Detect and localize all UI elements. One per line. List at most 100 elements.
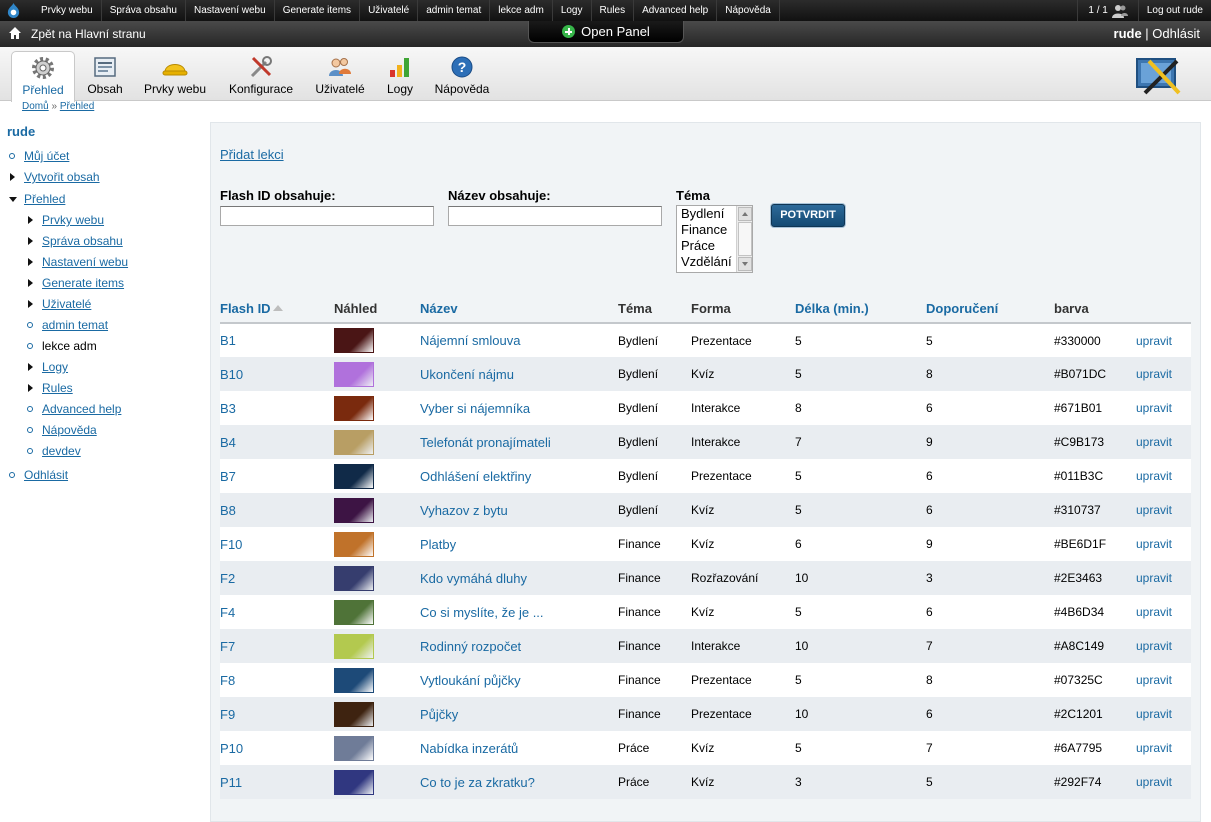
cell-flash-id[interactable]: F2 xyxy=(220,561,334,595)
lesson-thumbnail[interactable] xyxy=(334,361,374,387)
admin-menu-item[interactable]: Generate items xyxy=(275,0,361,21)
collapsed-arrow-icon[interactable] xyxy=(28,300,33,308)
tab-users[interactable]: Uživatelé xyxy=(310,51,370,101)
flash-id-filter-input[interactable] xyxy=(220,206,434,226)
sidebar-subitem-generate-items[interactable]: Generate items xyxy=(28,276,124,290)
scroll-up-icon[interactable] xyxy=(738,207,752,221)
edit-link[interactable]: upravit xyxy=(1136,391,1191,425)
lesson-thumbnail[interactable] xyxy=(334,463,374,489)
admin-menu-item[interactable]: Prvky webu xyxy=(33,0,102,21)
cell-flash-id[interactable]: F10 xyxy=(220,527,334,561)
scroll-thumb[interactable] xyxy=(738,222,752,256)
cell-name-link[interactable]: Ukončení nájmu xyxy=(420,357,618,391)
lesson-thumbnail[interactable] xyxy=(334,769,374,795)
cell-flash-id[interactable]: F9 xyxy=(220,697,334,731)
sidebar-item-overview[interactable]: Přehled xyxy=(9,192,65,206)
cell-flash-id[interactable]: B7 xyxy=(220,459,334,493)
sidebar-subitem-advanced-help[interactable]: Advanced help xyxy=(27,402,121,416)
lesson-thumbnail[interactable] xyxy=(334,701,374,727)
sidebar-item-label[interactable]: Generate items xyxy=(42,276,124,290)
lesson-thumbnail[interactable] xyxy=(334,565,374,591)
collapsed-arrow-icon[interactable] xyxy=(28,258,33,266)
cell-name-link[interactable]: Nájemní smlouva xyxy=(420,323,618,357)
submit-filter-button[interactable]: POTVRDIT xyxy=(771,204,845,227)
sidebar-item-label[interactable]: devdev xyxy=(42,444,81,458)
edit-link[interactable]: upravit xyxy=(1136,425,1191,459)
collapsed-arrow-icon[interactable] xyxy=(28,384,33,392)
edit-link[interactable]: upravit xyxy=(1136,731,1191,765)
sidebar-item-label[interactable]: Nápověda xyxy=(42,423,97,437)
sidebar-item-label[interactable]: Advanced help xyxy=(42,402,121,416)
cell-name-link[interactable]: Co to je za zkratku? xyxy=(420,765,618,799)
cell-name-link[interactable]: Co si myslíte, že je ... xyxy=(420,595,618,629)
cell-name-link[interactable]: Odhlášení elektřiny xyxy=(420,459,618,493)
admin-menu-item[interactable]: Správa obsahu xyxy=(102,0,186,21)
sidebar-subitem-lessons-admin[interactable]: lekce adm xyxy=(27,339,97,353)
edit-link[interactable]: upravit xyxy=(1136,595,1191,629)
cell-name-link[interactable]: Půjčky xyxy=(420,697,618,731)
edit-link[interactable]: upravit xyxy=(1136,527,1191,561)
topic-multiselect[interactable]: Bydlení Finance Práce Vzdělání xyxy=(676,205,753,273)
cell-flash-id[interactable]: F7 xyxy=(220,629,334,663)
cell-flash-id[interactable]: F4 xyxy=(220,595,334,629)
sidebar-item-label[interactable]: admin temat xyxy=(42,318,108,332)
sidebar-item-logout[interactable]: Odhlásit xyxy=(9,468,68,482)
sidebar-subitem-content-management[interactable]: Správa obsahu xyxy=(28,234,123,248)
sidebar-item-label[interactable]: Rules xyxy=(42,381,73,395)
back-to-home-link[interactable]: Zpět na Hlavní stranu xyxy=(31,21,146,47)
expanded-arrow-icon[interactable] xyxy=(9,197,17,202)
tab-logs[interactable]: Logy xyxy=(382,51,418,101)
sidebar-item-label[interactable]: Nastavení webu xyxy=(42,255,128,269)
edit-link[interactable]: upravit xyxy=(1136,493,1191,527)
cell-name-link[interactable]: Kdo vymáhá dluhy xyxy=(420,561,618,595)
column-header-name[interactable]: Název xyxy=(420,295,618,324)
add-lesson-link[interactable]: Přidat lekci xyxy=(220,147,284,162)
cell-name-link[interactable]: Rodinný rozpočet xyxy=(420,629,618,663)
lesson-thumbnail[interactable] xyxy=(334,531,374,557)
admin-menu-item[interactable]: Nastavení webu xyxy=(186,0,275,21)
sidebar-item-label[interactable]: Správa obsahu xyxy=(42,234,123,248)
sidebar-item-label[interactable]: Vytvořit obsah xyxy=(24,170,100,184)
lesson-thumbnail[interactable] xyxy=(334,497,374,523)
column-header-recommendation[interactable]: Doporučení xyxy=(926,295,1054,324)
cell-name-link[interactable]: Nabídka inzerátů xyxy=(420,731,618,765)
cell-flash-id[interactable]: B4 xyxy=(220,425,334,459)
cell-flash-id[interactable]: B10 xyxy=(220,357,334,391)
admin-logout-link[interactable]: Log out rude xyxy=(1137,0,1211,21)
admin-menu-item[interactable]: Nápověda xyxy=(717,0,780,21)
admin-menu-item[interactable]: admin temat xyxy=(418,0,491,21)
collapsed-arrow-icon[interactable] xyxy=(28,363,33,371)
collapsed-arrow-icon[interactable] xyxy=(28,237,33,245)
column-header-length[interactable]: Délka (min.) xyxy=(795,295,926,324)
cell-name-link[interactable]: Telefonát pronajímateli xyxy=(420,425,618,459)
lesson-thumbnail[interactable] xyxy=(334,429,374,455)
open-panel-button[interactable]: Open Panel xyxy=(528,21,684,43)
admin-menu-item[interactable]: Uživatelé xyxy=(360,0,419,21)
collapsed-arrow-icon[interactable] xyxy=(10,173,15,181)
tab-site-elements[interactable]: Prvky webu xyxy=(139,51,211,101)
sidebar-item-label[interactable]: Můj účet xyxy=(24,149,69,163)
cell-flash-id[interactable]: F8 xyxy=(220,663,334,697)
edit-link[interactable]: upravit xyxy=(1136,323,1191,357)
sidebar-subitem-users[interactable]: Uživatelé xyxy=(28,297,91,311)
edit-link[interactable]: upravit xyxy=(1136,765,1191,799)
edit-link[interactable]: upravit xyxy=(1136,459,1191,493)
logout-link[interactable]: Odhlásit xyxy=(1152,26,1200,41)
sidebar-subitem-site-elements[interactable]: Prvky webu xyxy=(28,213,104,227)
sidebar-subitem-site-settings[interactable]: Nastavení webu xyxy=(28,255,128,269)
admin-menu-item[interactable]: Rules xyxy=(592,0,635,21)
edit-link[interactable]: upravit xyxy=(1136,663,1191,697)
tab-configuration[interactable]: Konfigurace xyxy=(224,51,298,101)
tab-help[interactable]: ? Nápověda xyxy=(431,51,493,101)
lesson-thumbnail[interactable] xyxy=(334,328,374,353)
cell-name-link[interactable]: Platby xyxy=(420,527,618,561)
sidebar-item-label[interactable]: lekce adm xyxy=(42,339,97,353)
breadcrumb-home-link[interactable]: Domů xyxy=(22,101,49,112)
cell-name-link[interactable]: Vyhazov z bytu xyxy=(420,493,618,527)
sidebar-subitem-help[interactable]: Nápověda xyxy=(27,423,97,437)
cell-flash-id[interactable]: B3 xyxy=(220,391,334,425)
sidebar-item-label[interactable]: Odhlásit xyxy=(24,468,68,482)
sidebar-subitem-admin-topics[interactable]: admin temat xyxy=(27,318,108,332)
collapsed-arrow-icon[interactable] xyxy=(28,216,33,224)
lesson-thumbnail[interactable] xyxy=(334,633,374,659)
